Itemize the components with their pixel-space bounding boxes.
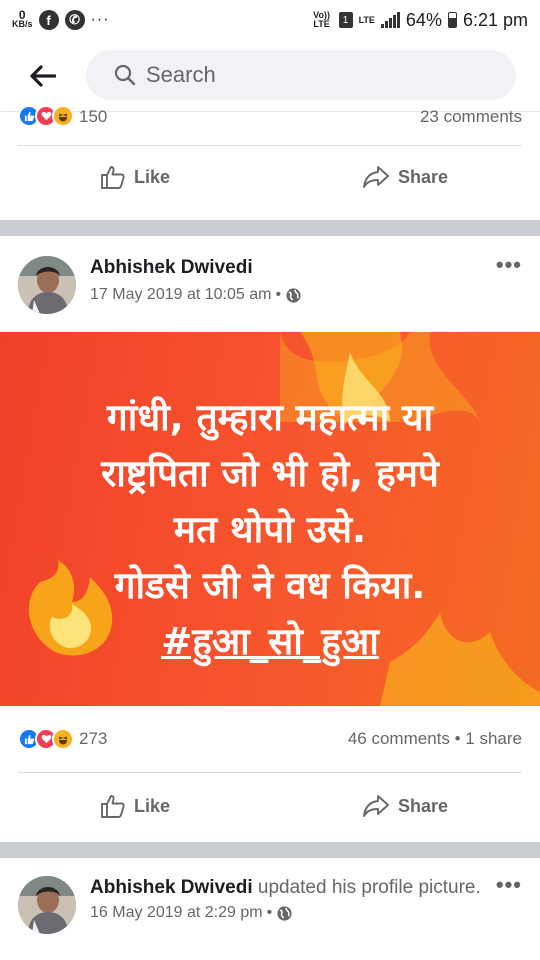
post-author[interactable]: Abhishek Dwivedi [90,877,253,898]
more-dots-icon: ··· [90,11,110,28]
haha-reaction-icon [52,105,74,127]
like-label: Like [133,795,171,816]
whatsapp-icon: ✆ [64,10,85,30]
date-separator: • [275,286,282,303]
signal-icon [380,12,400,28]
date-separator: • [266,904,273,921]
post-actions: Like Share [0,773,540,839]
banner-line: गोडसे जी ने वध किया. [114,564,426,607]
banner-text: गांधी, तुम्हारा महात्मा या राष्ट्रपिता ज… [0,390,540,670]
avatar[interactable] [18,876,76,934]
sim-icon: 1 [338,12,353,28]
back-arrow-icon[interactable] [28,61,58,91]
search-input[interactable]: Search [86,50,516,100]
banner-line: मत थोपो उसे. [173,508,367,551]
network-speed-unit: KB/s [12,19,33,29]
feed-separator [0,842,540,858]
reaction-count[interactable]: 273 [79,729,107,749]
previous-post-footer: 150 23 comments Like Share [0,105,540,220]
volte-icon: Vo)) LTE [313,10,330,29]
globe-icon [286,287,301,303]
status-bar: 0 KB/s f ✆ ··· Vo)) LTE 1 LTE 64% 6:21 p… [0,0,540,40]
banner-line: गांधी, तुम्हारा महात्मा या [106,396,434,439]
reaction-icons[interactable] [18,105,74,127]
banner-line: राष्ट्रपिता जो भी हो, हमपे [101,452,439,495]
post-headline: Abhishek Dwivedi updated his profile pic… [90,876,496,900]
share-label: Share [397,795,449,816]
post-action-text: updated his profile picture. [257,877,481,898]
battery-icon [447,12,457,28]
more-options-icon[interactable]: ••• [496,252,522,278]
main-post-footer: 273 46 comments • 1 share Like Share [0,706,540,842]
reaction-count[interactable]: 150 [79,107,107,127]
search-placeholder: Search [146,62,216,87]
share-button[interactable]: Share [270,165,540,189]
post-timestamp[interactable]: 16 May 2019 at 2:29 pm • [90,904,496,922]
post-author[interactable]: Abhishek Dwivedi [90,256,496,280]
clock: 6:21 pm [462,9,528,30]
post-date: 16 May 2019 at 2:29 pm [90,904,263,921]
comments-count[interactable]: 23 comments [420,107,522,127]
like-button[interactable]: Like [0,164,270,190]
post-date: 17 May 2019 at 10:05 am [90,286,272,303]
comments-shares-count[interactable]: 46 comments • 1 share [348,729,522,749]
share-label: Share [397,166,449,187]
like-label: Like [133,166,171,187]
globe-icon [277,905,292,921]
like-button[interactable]: Like [0,793,270,819]
post-timestamp[interactable]: 17 May 2019 at 10:05 am • [90,286,496,304]
share-button[interactable]: Share [270,794,540,818]
share-icon [363,166,389,188]
search-icon [114,64,136,86]
search-header: Search [0,40,540,112]
battery-percent: 64% [405,9,442,30]
more-options-icon[interactable]: ••• [496,872,522,898]
share-icon [363,795,389,817]
post-actions: Like Share [0,146,540,208]
hashtag-link[interactable]: #हुआ_सो_हुआ [0,614,540,670]
haha-reaction-icon [52,728,74,750]
feed-separator [0,220,540,236]
network-type: LTE [358,15,375,25]
avatar[interactable] [18,256,76,314]
post-image[interactable]: गांधी, तुम्हारा महात्मा या राष्ट्रपिता ज… [0,332,540,706]
like-icon [101,795,125,818]
facebook-icon: f [38,10,59,30]
network-speed: 0 KB/s [12,9,33,29]
like-icon [101,166,125,189]
reaction-icons[interactable] [18,728,74,750]
next-post: Abhishek Dwivedi updated his profile pic… [0,858,540,960]
